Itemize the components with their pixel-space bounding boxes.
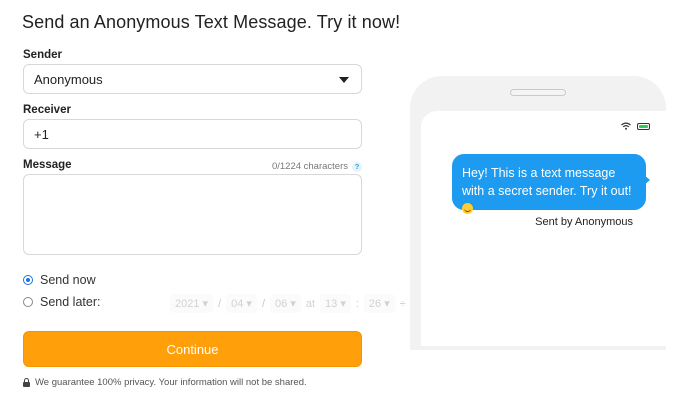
send-now-radio[interactable] bbox=[23, 275, 33, 285]
sender-label: Sender bbox=[23, 49, 62, 61]
message-bubble: Hey! This is a text message with a secre… bbox=[452, 154, 646, 214]
page-title: Send an Anonymous Text Message. Try it n… bbox=[22, 12, 401, 32]
caret-down-icon bbox=[339, 77, 349, 83]
phone-speaker bbox=[510, 89, 566, 96]
privacy-text: We guarantee 100% privacy. Your informat… bbox=[35, 377, 307, 388]
message-textarea[interactable] bbox=[23, 174, 362, 255]
char-count-text: 0/1224 characters bbox=[271, 161, 348, 172]
privacy-note: We guarantee 100% privacy. Your informat… bbox=[23, 377, 307, 388]
bubble-tail bbox=[643, 174, 650, 186]
wifi-icon bbox=[621, 122, 631, 130]
hour-select[interactable]: 13 ▾ bbox=[320, 294, 351, 313]
day-select[interactable]: 06 ▾ bbox=[270, 294, 301, 313]
sender-select[interactable]: Anonymous bbox=[23, 64, 362, 94]
schedule-picker: 2021 ▾ / 04 ▾ / 06 ▾ at 13 ▾ : 26 ▾ ÷ bbox=[170, 294, 406, 313]
minute-select[interactable]: 26 ▾ bbox=[363, 294, 395, 313]
message-label: Message bbox=[23, 159, 72, 171]
char-counter: 0/1224 characters ? bbox=[272, 161, 362, 172]
at-label: at bbox=[305, 297, 316, 310]
receiver-input[interactable]: +1 bbox=[23, 119, 362, 149]
battery-icon bbox=[637, 123, 650, 130]
phone-preview: Hey! This is a text message with a secre… bbox=[410, 76, 666, 350]
send-now-label: Send now bbox=[40, 273, 96, 287]
year-select[interactable]: 2021 ▾ bbox=[170, 294, 214, 313]
lock-icon bbox=[23, 378, 30, 387]
send-later-label: Send later: bbox=[40, 295, 101, 309]
receiver-value: +1 bbox=[34, 126, 49, 142]
bubble-text: Hey! This is a text message with a secre… bbox=[462, 166, 632, 198]
grin-emoji-icon bbox=[462, 203, 473, 214]
send-now-option[interactable]: Send now bbox=[23, 273, 96, 287]
send-later-radio[interactable] bbox=[23, 297, 33, 307]
phone-screen: Hey! This is a text message with a secre… bbox=[421, 111, 666, 346]
sender-value: Anonymous bbox=[34, 71, 103, 87]
receiver-label: Receiver bbox=[23, 104, 71, 116]
help-icon[interactable]: ? bbox=[352, 161, 362, 172]
sent-by-label: Sent by Anonymous bbox=[535, 216, 633, 228]
continue-button[interactable]: Continue bbox=[23, 331, 362, 367]
send-later-option[interactable]: Send later: bbox=[23, 295, 100, 309]
month-select[interactable]: 04 ▾ bbox=[226, 294, 257, 313]
